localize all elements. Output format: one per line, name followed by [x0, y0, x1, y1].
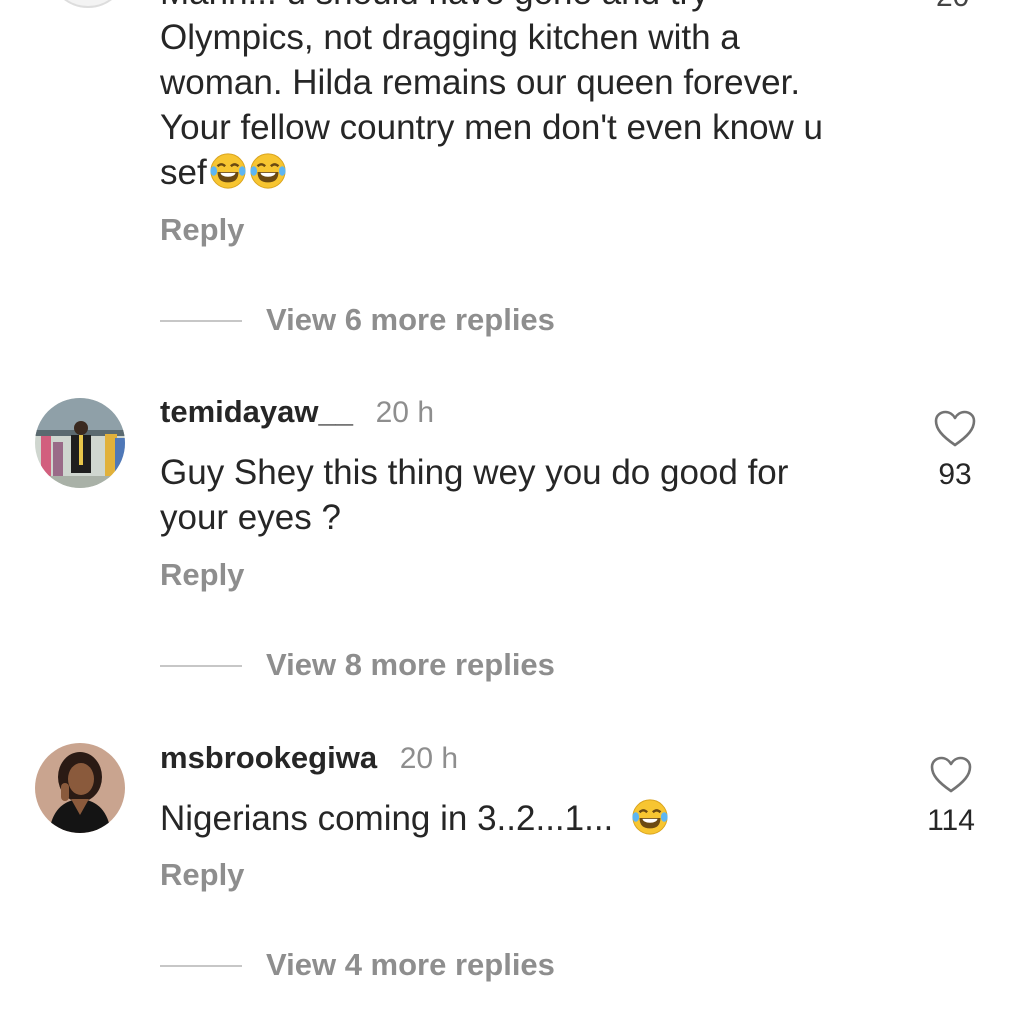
view-more-replies-button[interactable]: View 6 more replies — [266, 302, 555, 338]
comments-screen: 20 Mahh... u should have gone and try Ol… — [0, 0, 1024, 1024]
comment-line: Mahh... u should have gone and try — [160, 0, 900, 15]
profile-photo — [35, 743, 125, 833]
laughing-tears-emoji-icon — [632, 799, 668, 835]
comment-line: your eyes ? — [160, 498, 341, 537]
comment-username[interactable]: temidayaw__ 20 h — [160, 394, 434, 430]
avatar[interactable] — [35, 743, 125, 833]
comment-text: Mahh... u should have gone and try Olymp… — [160, 0, 900, 195]
like-count: 114 — [927, 804, 975, 837]
comment-line: Nigerians coming in 3..2...1... — [160, 799, 614, 838]
comment-text: Guy Shey this thing wey you do good for … — [160, 450, 880, 540]
replies-divider — [160, 320, 242, 322]
view-more-replies-button[interactable]: View 8 more replies — [266, 647, 555, 683]
replies-divider — [160, 665, 242, 667]
reply-button[interactable]: Reply — [160, 857, 244, 893]
laughing-tears-emoji-icon — [210, 153, 246, 189]
avatar[interactable] — [48, 0, 128, 8]
reply-button[interactable]: Reply — [160, 212, 244, 248]
view-more-replies-button[interactable]: View 4 more replies — [266, 947, 555, 983]
comment-line-text: sef — [160, 153, 207, 192]
profile-photo — [35, 398, 125, 488]
comment-timestamp: 20 h — [375, 396, 435, 429]
like-count: 93 — [938, 458, 972, 491]
comment-line: woman. Hilda remains our queen forever. — [160, 63, 801, 102]
replies-divider — [160, 965, 242, 967]
laughing-tears-emoji-icon — [250, 153, 286, 189]
comment-line: Guy Shey this thing wey you do good for — [160, 453, 789, 492]
like-count: 20 — [936, 0, 969, 14]
heart-icon[interactable] — [934, 410, 976, 448]
comment-timestamp: 20 h — [399, 742, 459, 775]
username-text[interactable]: temidayaw__ — [160, 394, 353, 429]
username-text[interactable]: msbrookegiwa — [160, 740, 377, 775]
avatar[interactable] — [35, 398, 125, 488]
comment-text: Nigerians coming in 3..2...1... — [160, 796, 880, 841]
comment-line: sef — [160, 150, 900, 195]
heart-icon[interactable] — [930, 756, 972, 794]
comment-line: Olympics, not dragging kitchen with a — [160, 18, 740, 57]
comment-username[interactable]: msbrookegiwa 20 h — [160, 740, 458, 776]
reply-button[interactable]: Reply — [160, 557, 244, 593]
comment-line: Your fellow country men don't even know … — [160, 108, 824, 147]
